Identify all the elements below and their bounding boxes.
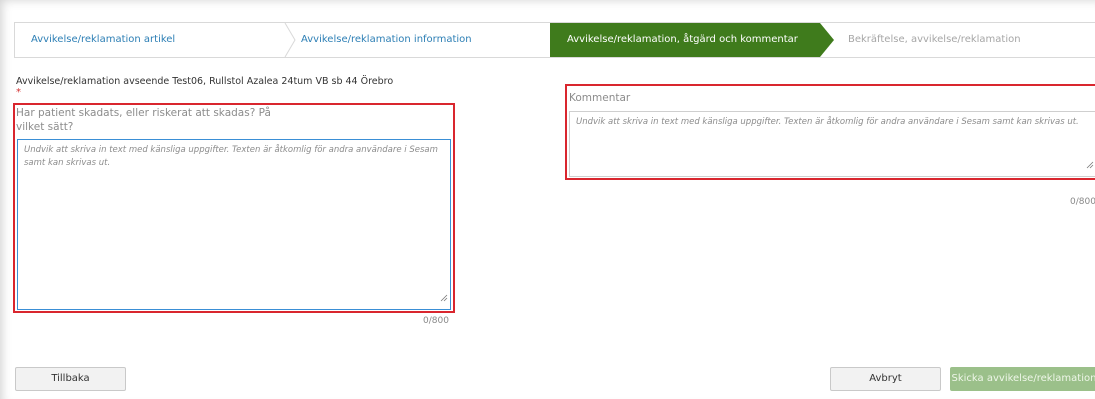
wizard-steps: Avvikelse/reklamation artikel Avvikelse/… xyxy=(14,22,1095,58)
injury-question-label: Har patient skadats, eller riskerat att … xyxy=(16,107,271,133)
back-button[interactable]: Tillbaka xyxy=(15,367,126,391)
wizard-step-label: Avvikelse/reklamation information xyxy=(301,34,472,45)
injury-textarea[interactable]: Undvik att skriva in text med känsliga u… xyxy=(17,139,451,310)
comment-label: Kommentar xyxy=(569,92,631,104)
wizard-step-action-comment: Avvikelse/reklamation, åtgärd och kommen… xyxy=(550,23,834,57)
wizard-step-label: Avvikelse/reklamation artikel xyxy=(31,34,176,45)
wizard-step-label: Bekräftelse, avvikelse/reklamation xyxy=(848,34,1021,45)
injury-placeholder: Undvik att skriva in text med känsliga u… xyxy=(24,145,438,168)
wizard-step-information[interactable]: Avvikelse/reklamation information xyxy=(285,23,550,57)
cancel-button[interactable]: Avbryt xyxy=(830,367,941,391)
resize-handle-icon[interactable] xyxy=(440,294,448,307)
wizard-step-confirmation: Bekräftelse, avvikelse/reklamation xyxy=(820,23,1095,57)
comment-placeholder: Undvik att skriva in text med känsliga u… xyxy=(576,117,1079,127)
wizard-step-article[interactable]: Avvikelse/reklamation artikel xyxy=(15,23,285,57)
submit-deviation-button[interactable]: Skicka avvikelse/reklamation xyxy=(950,367,1095,391)
injury-char-counter: 0/800 xyxy=(423,316,449,326)
wizard-step-label: Avvikelse/reklamation, åtgärd och kommen… xyxy=(567,34,798,45)
resize-handle-icon[interactable] xyxy=(1086,161,1094,174)
deviation-subject: Avvikelse/reklamation avseende Test06, R… xyxy=(16,76,394,87)
comment-char-counter: 0/800 xyxy=(1070,197,1095,207)
required-marker: * xyxy=(16,87,21,98)
comment-textarea[interactable]: Undvik att skriva in text med känsliga u… xyxy=(569,111,1095,177)
